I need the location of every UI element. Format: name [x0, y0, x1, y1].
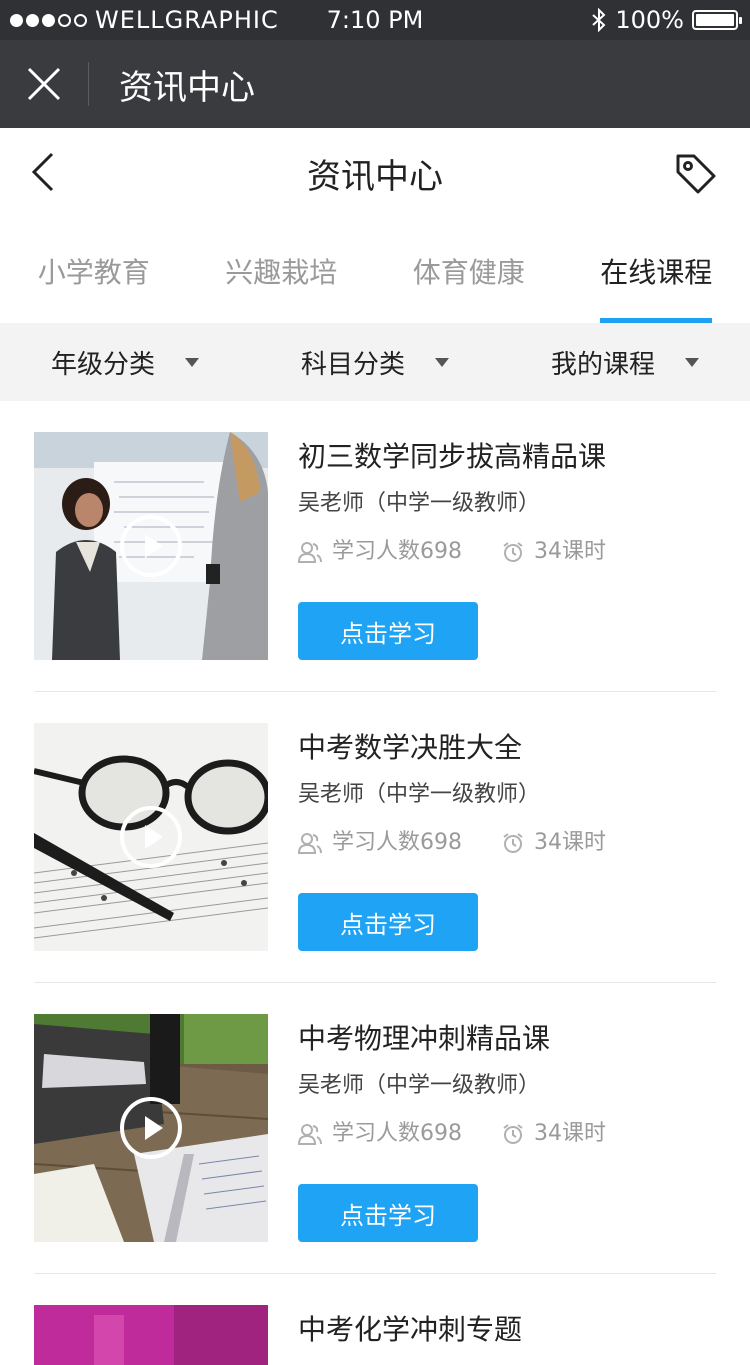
course-meta: 学习人数698 34课时 — [298, 1118, 718, 1150]
course-title[interactable]: 初三数学同步拔高精品课 — [298, 432, 718, 482]
nav-bar: 资讯中心 — [0, 128, 750, 218]
hours-text: 34课时 — [534, 1118, 606, 1150]
alarm-clock-icon — [502, 1123, 524, 1145]
signal-strength-icon — [10, 14, 87, 27]
course-hours: 34课时 — [502, 1118, 606, 1150]
back-button[interactable] — [24, 150, 68, 194]
course-title[interactable]: 中考物理冲刺精品课 — [298, 1014, 718, 1064]
status-bar: WELLGRAPHIC 7:10 PM 100% — [0, 0, 750, 40]
filter-bar: 年级分类 科目分类 我的课程 — [0, 323, 750, 401]
course-thumbnail[interactable] — [34, 1305, 268, 1365]
play-icon[interactable] — [120, 806, 182, 868]
course-info: 初三数学同步拔高精品课 吴老师（中学一级教师） 学习人数698 — [298, 432, 718, 660]
learners-text: 学习人数698 — [332, 827, 462, 859]
course-item[interactable]: 中考物理冲刺精品课 吴老师（中学一级教师） 学习人数698 3 — [34, 983, 716, 1274]
tag-icon — [674, 152, 718, 196]
course-list: 初三数学同步拔高精品课 吴老师（中学一级教师） 学习人数698 — [0, 401, 750, 1334]
close-button[interactable] — [0, 40, 88, 128]
status-left: WELLGRAPHIC — [10, 6, 279, 34]
course-item[interactable]: 初三数学同步拔高精品课 吴老师（中学一级教师） 学习人数698 — [34, 401, 716, 692]
page-title: 资讯中心 — [307, 149, 443, 198]
caret-down-icon — [685, 358, 699, 367]
chevron-left-icon — [24, 150, 68, 194]
users-icon — [298, 1123, 322, 1145]
course-teacher: 吴老师（中学一级教师） — [298, 1070, 718, 1102]
course-hours: 34课时 — [502, 536, 606, 568]
filter-label: 我的课程 — [551, 344, 655, 381]
chemistry-photo — [34, 1305, 268, 1365]
course-thumbnail[interactable] — [34, 1014, 268, 1242]
subject-filter-dropdown[interactable]: 科目分类 — [250, 323, 500, 401]
hours-text: 34课时 — [534, 536, 606, 568]
close-icon — [27, 67, 61, 101]
app-title: 资讯中心 — [119, 60, 255, 109]
carrier-name: WELLGRAPHIC — [95, 6, 279, 34]
hours-text: 34课时 — [534, 827, 606, 859]
tab-label: 体育健康 — [413, 251, 525, 291]
course-thumbnail[interactable] — [34, 723, 268, 951]
learners-count: 学习人数698 — [298, 827, 462, 859]
battery-icon — [692, 10, 738, 30]
caret-down-icon — [185, 358, 199, 367]
start-learning-button[interactable]: 点击学习 — [298, 1184, 478, 1242]
course-title[interactable]: 中考数学决胜大全 — [298, 723, 718, 773]
bluetooth-icon — [591, 8, 607, 32]
users-icon — [298, 832, 322, 854]
course-meta: 学习人数698 34课时 — [298, 827, 718, 859]
alarm-clock-icon — [502, 832, 524, 854]
users-icon — [298, 541, 322, 563]
tab-interest-cultivation[interactable]: 兴趣栽培 — [188, 218, 376, 323]
course-teacher: 吴老师（中学一级教师） — [298, 488, 718, 520]
learners-count: 学习人数698 — [298, 1118, 462, 1150]
caret-down-icon — [435, 358, 449, 367]
course-meta: 学习人数698 34课时 — [298, 536, 718, 568]
grade-filter-dropdown[interactable]: 年级分类 — [0, 323, 250, 401]
my-courses-dropdown[interactable]: 我的课程 — [500, 323, 750, 401]
tab-primary-education[interactable]: 小学教育 — [0, 218, 188, 323]
play-icon[interactable] — [120, 515, 182, 577]
tab-online-courses[interactable]: 在线课程 — [563, 218, 750, 323]
learners-count: 学习人数698 — [298, 536, 462, 568]
start-learning-button[interactable]: 点击学习 — [298, 602, 478, 660]
category-tabs: 小学教育 兴趣栽培 体育健康 在线课程 — [0, 218, 750, 323]
tab-label: 兴趣栽培 — [225, 251, 337, 291]
filter-label: 科目分类 — [301, 344, 405, 381]
tab-label: 在线课程 — [600, 251, 712, 291]
alarm-clock-icon — [502, 541, 524, 563]
course-info: 中考数学决胜大全 吴老师（中学一级教师） 学习人数698 34 — [298, 723, 718, 951]
start-learning-button[interactable]: 点击学习 — [298, 893, 478, 951]
course-item[interactable]: 中考数学决胜大全 吴老师（中学一级教师） 学习人数698 34 — [34, 692, 716, 983]
learners-text: 学习人数698 — [332, 1118, 462, 1150]
course-title[interactable]: 中考化学冲刺专题 — [298, 1305, 718, 1355]
status-right: 100% — [591, 6, 738, 34]
tab-label: 小学教育 — [38, 251, 150, 291]
tag-button[interactable] — [674, 152, 718, 196]
learners-text: 学习人数698 — [332, 536, 462, 568]
header-divider — [88, 62, 89, 106]
status-time: 7:10 PM — [327, 6, 424, 34]
battery-percent: 100% — [615, 6, 684, 34]
play-icon[interactable] — [120, 1097, 182, 1159]
course-hours: 34课时 — [502, 827, 606, 859]
course-teacher: 吴老师（中学一级教师） — [298, 779, 718, 811]
course-thumbnail[interactable] — [34, 432, 268, 660]
course-info: 中考物理冲刺精品课 吴老师（中学一级教师） 学习人数698 3 — [298, 1014, 718, 1242]
tab-sports-health[interactable]: 体育健康 — [375, 218, 563, 323]
app-header: 资讯中心 — [0, 40, 750, 128]
course-item[interactable]: 中考化学冲刺专题 — [34, 1274, 716, 1334]
course-info: 中考化学冲刺专题 — [298, 1305, 718, 1355]
filter-label: 年级分类 — [51, 344, 155, 381]
